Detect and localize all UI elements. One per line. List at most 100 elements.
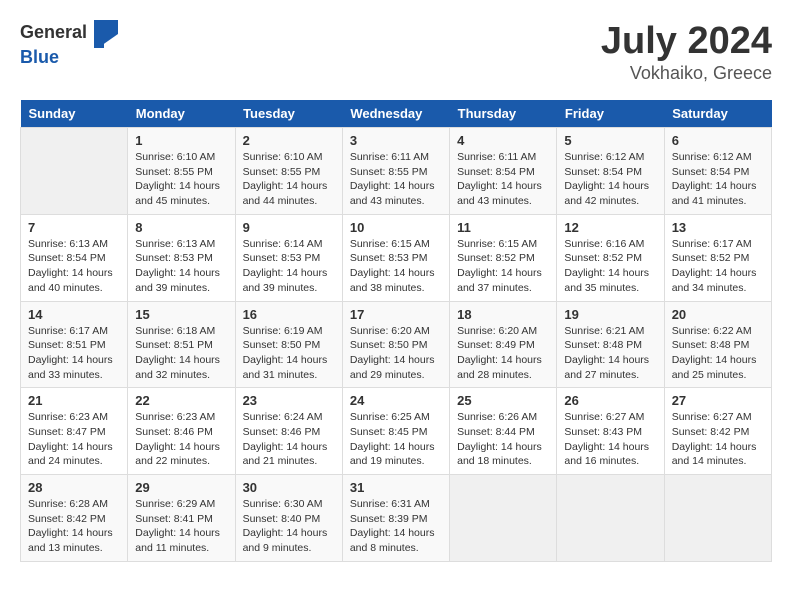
logo: General Blue: [20, 20, 120, 68]
day-info: Sunrise: 6:20 AM Sunset: 8:50 PM Dayligh…: [350, 324, 442, 383]
weekday-header-tuesday: Tuesday: [235, 100, 342, 128]
calendar-cell: 19 Sunrise: 6:21 AM Sunset: 8:48 PM Dayl…: [557, 301, 664, 388]
calendar-cell: 7 Sunrise: 6:13 AM Sunset: 8:54 PM Dayli…: [21, 214, 128, 301]
day-number: 31: [350, 480, 442, 495]
calendar-cell: 2 Sunrise: 6:10 AM Sunset: 8:55 PM Dayli…: [235, 128, 342, 215]
day-number: 18: [457, 307, 549, 322]
calendar-cell: [664, 475, 771, 562]
day-number: 8: [135, 220, 227, 235]
calendar-cell: 23 Sunrise: 6:24 AM Sunset: 8:46 PM Dayl…: [235, 388, 342, 475]
calendar-cell: 29 Sunrise: 6:29 AM Sunset: 8:41 PM Dayl…: [128, 475, 235, 562]
day-info: Sunrise: 6:12 AM Sunset: 8:54 PM Dayligh…: [564, 150, 656, 209]
calendar-cell: 21 Sunrise: 6:23 AM Sunset: 8:47 PM Dayl…: [21, 388, 128, 475]
day-number: 28: [28, 480, 120, 495]
day-number: 10: [350, 220, 442, 235]
day-info: Sunrise: 6:16 AM Sunset: 8:52 PM Dayligh…: [564, 237, 656, 296]
day-number: 11: [457, 220, 549, 235]
calendar-cell: 13 Sunrise: 6:17 AM Sunset: 8:52 PM Dayl…: [664, 214, 771, 301]
day-info: Sunrise: 6:19 AM Sunset: 8:50 PM Dayligh…: [243, 324, 335, 383]
weekday-header-wednesday: Wednesday: [342, 100, 449, 128]
calendar-cell: 24 Sunrise: 6:25 AM Sunset: 8:45 PM Dayl…: [342, 388, 449, 475]
day-number: 7: [28, 220, 120, 235]
calendar-cell: 15 Sunrise: 6:18 AM Sunset: 8:51 PM Dayl…: [128, 301, 235, 388]
day-info: Sunrise: 6:30 AM Sunset: 8:40 PM Dayligh…: [243, 497, 335, 556]
day-number: 19: [564, 307, 656, 322]
day-info: Sunrise: 6:20 AM Sunset: 8:49 PM Dayligh…: [457, 324, 549, 383]
weekday-header-monday: Monday: [128, 100, 235, 128]
day-info: Sunrise: 6:15 AM Sunset: 8:53 PM Dayligh…: [350, 237, 442, 296]
day-number: 27: [672, 393, 764, 408]
day-number: 1: [135, 133, 227, 148]
calendar-week-row: 14 Sunrise: 6:17 AM Sunset: 8:51 PM Dayl…: [21, 301, 772, 388]
day-number: 30: [243, 480, 335, 495]
weekday-header-row: SundayMondayTuesdayWednesdayThursdayFrid…: [21, 100, 772, 128]
calendar-cell: 4 Sunrise: 6:11 AM Sunset: 8:54 PM Dayli…: [450, 128, 557, 215]
calendar-table: SundayMondayTuesdayWednesdayThursdayFrid…: [20, 100, 772, 562]
day-number: 16: [243, 307, 335, 322]
calendar-cell: [450, 475, 557, 562]
weekday-header-thursday: Thursday: [450, 100, 557, 128]
day-info: Sunrise: 6:10 AM Sunset: 8:55 PM Dayligh…: [135, 150, 227, 209]
page-header: General Blue July 2024 Vokhaiko, Greece: [20, 20, 772, 84]
day-number: 2: [243, 133, 335, 148]
logo-text: General Blue: [20, 20, 120, 68]
day-number: 6: [672, 133, 764, 148]
calendar-cell: 14 Sunrise: 6:17 AM Sunset: 8:51 PM Dayl…: [21, 301, 128, 388]
calendar-cell: 12 Sunrise: 6:16 AM Sunset: 8:52 PM Dayl…: [557, 214, 664, 301]
calendar-cell: 30 Sunrise: 6:30 AM Sunset: 8:40 PM Dayl…: [235, 475, 342, 562]
calendar-week-row: 1 Sunrise: 6:10 AM Sunset: 8:55 PM Dayli…: [21, 128, 772, 215]
calendar-cell: 28 Sunrise: 6:28 AM Sunset: 8:42 PM Dayl…: [21, 475, 128, 562]
calendar-cell: 22 Sunrise: 6:23 AM Sunset: 8:46 PM Dayl…: [128, 388, 235, 475]
day-info: Sunrise: 6:27 AM Sunset: 8:43 PM Dayligh…: [564, 410, 656, 469]
day-number: 4: [457, 133, 549, 148]
day-info: Sunrise: 6:23 AM Sunset: 8:46 PM Dayligh…: [135, 410, 227, 469]
day-info: Sunrise: 6:13 AM Sunset: 8:54 PM Dayligh…: [28, 237, 120, 296]
weekday-header-sunday: Sunday: [21, 100, 128, 128]
day-info: Sunrise: 6:26 AM Sunset: 8:44 PM Dayligh…: [457, 410, 549, 469]
day-info: Sunrise: 6:12 AM Sunset: 8:54 PM Dayligh…: [672, 150, 764, 209]
day-info: Sunrise: 6:17 AM Sunset: 8:51 PM Dayligh…: [28, 324, 120, 383]
day-info: Sunrise: 6:17 AM Sunset: 8:52 PM Dayligh…: [672, 237, 764, 296]
day-number: 15: [135, 307, 227, 322]
calendar-subtitle: Vokhaiko, Greece: [601, 63, 772, 84]
calendar-cell: 27 Sunrise: 6:27 AM Sunset: 8:42 PM Dayl…: [664, 388, 771, 475]
calendar-cell: 8 Sunrise: 6:13 AM Sunset: 8:53 PM Dayli…: [128, 214, 235, 301]
calendar-cell: 11 Sunrise: 6:15 AM Sunset: 8:52 PM Dayl…: [450, 214, 557, 301]
weekday-header-friday: Friday: [557, 100, 664, 128]
calendar-cell: 6 Sunrise: 6:12 AM Sunset: 8:54 PM Dayli…: [664, 128, 771, 215]
day-info: Sunrise: 6:23 AM Sunset: 8:47 PM Dayligh…: [28, 410, 120, 469]
day-number: 20: [672, 307, 764, 322]
logo-general: General: [20, 20, 120, 48]
day-info: Sunrise: 6:24 AM Sunset: 8:46 PM Dayligh…: [243, 410, 335, 469]
day-info: Sunrise: 6:10 AM Sunset: 8:55 PM Dayligh…: [243, 150, 335, 209]
day-info: Sunrise: 6:14 AM Sunset: 8:53 PM Dayligh…: [243, 237, 335, 296]
day-info: Sunrise: 6:11 AM Sunset: 8:55 PM Dayligh…: [350, 150, 442, 209]
logo-arrow-icon: [94, 20, 118, 48]
day-number: 14: [28, 307, 120, 322]
calendar-cell: 31 Sunrise: 6:31 AM Sunset: 8:39 PM Dayl…: [342, 475, 449, 562]
day-number: 13: [672, 220, 764, 235]
calendar-cell: 9 Sunrise: 6:14 AM Sunset: 8:53 PM Dayli…: [235, 214, 342, 301]
day-number: 9: [243, 220, 335, 235]
calendar-cell: [21, 128, 128, 215]
calendar-cell: 5 Sunrise: 6:12 AM Sunset: 8:54 PM Dayli…: [557, 128, 664, 215]
calendar-cell: 1 Sunrise: 6:10 AM Sunset: 8:55 PM Dayli…: [128, 128, 235, 215]
day-info: Sunrise: 6:25 AM Sunset: 8:45 PM Dayligh…: [350, 410, 442, 469]
calendar-week-row: 28 Sunrise: 6:28 AM Sunset: 8:42 PM Dayl…: [21, 475, 772, 562]
day-number: 21: [28, 393, 120, 408]
day-info: Sunrise: 6:27 AM Sunset: 8:42 PM Dayligh…: [672, 410, 764, 469]
calendar-cell: 25 Sunrise: 6:26 AM Sunset: 8:44 PM Dayl…: [450, 388, 557, 475]
calendar-cell: 10 Sunrise: 6:15 AM Sunset: 8:53 PM Dayl…: [342, 214, 449, 301]
day-number: 23: [243, 393, 335, 408]
calendar-cell: 26 Sunrise: 6:27 AM Sunset: 8:43 PM Dayl…: [557, 388, 664, 475]
day-number: 3: [350, 133, 442, 148]
day-number: 17: [350, 307, 442, 322]
day-number: 5: [564, 133, 656, 148]
day-number: 12: [564, 220, 656, 235]
day-info: Sunrise: 6:22 AM Sunset: 8:48 PM Dayligh…: [672, 324, 764, 383]
day-info: Sunrise: 6:11 AM Sunset: 8:54 PM Dayligh…: [457, 150, 549, 209]
calendar-week-row: 21 Sunrise: 6:23 AM Sunset: 8:47 PM Dayl…: [21, 388, 772, 475]
logo-blue: Blue: [20, 48, 120, 68]
calendar-cell: 17 Sunrise: 6:20 AM Sunset: 8:50 PM Dayl…: [342, 301, 449, 388]
day-info: Sunrise: 6:13 AM Sunset: 8:53 PM Dayligh…: [135, 237, 227, 296]
